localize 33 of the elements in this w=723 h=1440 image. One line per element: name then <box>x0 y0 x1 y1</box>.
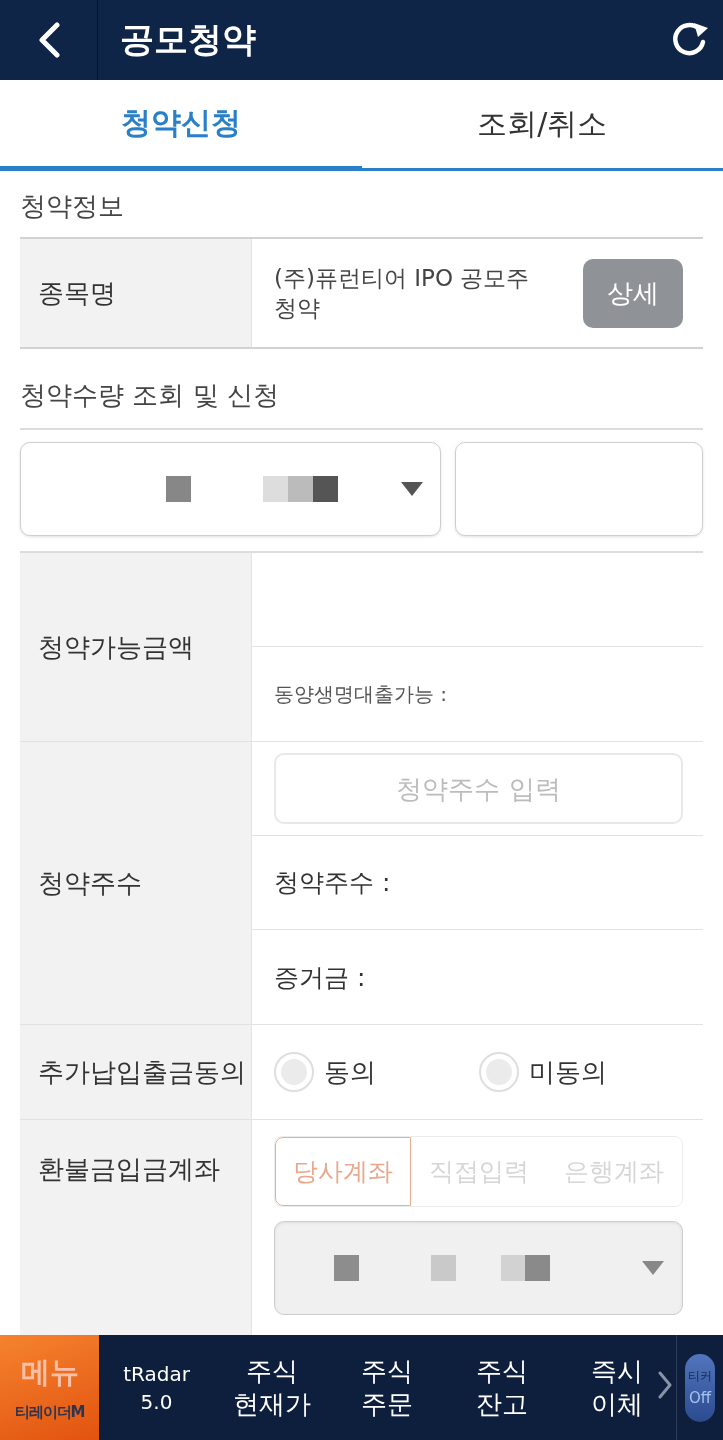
row-label: 환불금입금계좌 <box>20 1120 252 1335</box>
nav-item[interactable]: 주식 주문 <box>329 1335 444 1440</box>
nav-item[interactable]: 즉시 이체 <box>559 1335 674 1440</box>
dropdown-caret-icon <box>401 482 423 496</box>
row-label: 종목명 <box>20 239 252 347</box>
page-title: 공모청약 <box>119 18 257 61</box>
loan-available-text: 동양생명대출가능 : <box>274 680 448 708</box>
input-field[interactable] <box>455 442 703 536</box>
result-text: 증거금 : <box>274 961 366 994</box>
radio-label: 동의 <box>324 1055 376 1089</box>
chevron-left-icon <box>37 22 60 58</box>
row-label: 청약주수 <box>20 742 252 1024</box>
row-label: 청약가능금액 <box>20 553 252 741</box>
shares-input[interactable]: 청약주수 입력 <box>274 753 683 824</box>
radio-button[interactable] <box>274 1052 314 1092</box>
detail-button[interactable]: 상세 <box>583 258 683 328</box>
nav-item[interactable]: 주식 현재가 <box>214 1335 329 1440</box>
result-text: 청약주수 : <box>274 867 391 899</box>
row-label: 추가납입출금동의 <box>20 1025 252 1119</box>
section-heading: 청약정보 <box>20 189 125 223</box>
radio-button[interactable] <box>479 1052 519 1092</box>
brand-logo: 티레이더M <box>14 1403 85 1422</box>
account-select[interactable] <box>274 1221 683 1315</box>
chevron-right-icon[interactable] <box>658 1371 672 1399</box>
radio-label: 미동의 <box>529 1055 607 1089</box>
nav-item[interactable]: tRadar 5.0 <box>99 1335 214 1440</box>
section-heading: 청약수량 조회 및 신청 <box>20 349 703 430</box>
account-select[interactable] <box>20 442 441 536</box>
dropdown-caret-icon <box>642 1261 664 1275</box>
menu-button[interactable]: 메뉴 티레이더M <box>0 1335 99 1440</box>
ticker-toggle[interactable]: 티커 Off <box>685 1353 715 1422</box>
nav-item[interactable]: 주식 잔고 <box>444 1335 559 1440</box>
stock-name-text: (주)퓨런티어 IPO 공모주 청약 <box>274 263 531 323</box>
